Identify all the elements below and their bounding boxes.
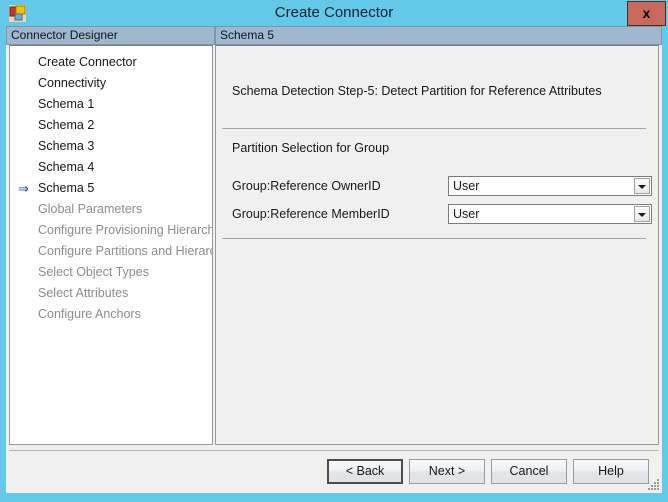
sidebar-item-label: Schema 4 [38, 160, 95, 174]
title-bar: Create Connector x [0, 0, 668, 26]
sidebar-item-global-parameters: Global Parameters [10, 199, 212, 220]
sidebar-item-schema-3[interactable]: Schema 3 [10, 136, 212, 157]
partition-select-member-id[interactable]: User [448, 204, 652, 224]
back-button[interactable]: < Back [327, 459, 403, 484]
next-button[interactable]: Next > [409, 459, 485, 484]
sidebar-item-label: Create Connector [38, 55, 137, 69]
chevron-down-icon[interactable] [634, 206, 650, 222]
sidebar-item-create-connector[interactable]: Create Connector [10, 52, 212, 73]
page-title: Schema Detection Step-5: Detect Partitio… [232, 84, 602, 98]
window-title: Create Connector [274, 4, 394, 21]
sidebar-item-schema-2[interactable]: Schema 2 [10, 115, 212, 136]
cancel-button[interactable]: Cancel [491, 459, 567, 484]
sidebar-item-label: Connectivity [38, 76, 107, 90]
partition-select-owner-id[interactable]: User [448, 176, 652, 196]
field-row: Group:Reference MemberID User [232, 204, 652, 224]
sidebar-item-select-attributes: Select Attributes [10, 283, 212, 304]
section-heading: Partition Selection for Group [232, 141, 390, 155]
sidebar-item-label: Configure Provisioning Hierarchy [38, 223, 213, 237]
sidebar-item-label: Schema 3 [38, 139, 95, 153]
client-area: Connector Designer Schema 5 Create Conne… [6, 26, 662, 493]
sidebar-navigation: Create Connector Connectivity Schema 1 Sche… [9, 45, 213, 445]
sidebar-item-label: Schema 1 [38, 97, 95, 111]
sidebar-item-label: Global Parameters [38, 202, 143, 216]
divider-bottom [222, 238, 646, 239]
sidebar-item-label: Select Attributes [38, 286, 129, 300]
field-label-member-id: Group:Reference MemberID [232, 207, 390, 221]
resize-grip-icon[interactable] [646, 477, 660, 491]
close-button[interactable]: x [627, 1, 666, 26]
sidebar-item-configure-anchors: Configure Anchors [10, 304, 212, 325]
tab-schema-5[interactable]: Schema 5 [215, 26, 662, 45]
sidebar-item-label: Schema 5 [38, 181, 95, 195]
sidebar-item-schema-4[interactable]: Schema 4 [10, 157, 212, 178]
help-button[interactable]: Help [573, 459, 649, 484]
tab-connector-designer[interactable]: Connector Designer [6, 26, 215, 45]
sidebar-item-select-object-types: Select Object Types [10, 262, 212, 283]
sidebar-item-label: Schema 2 [38, 118, 95, 132]
sidebar-item-label: Configure Partitions and Hierarchies [38, 244, 212, 258]
sidebar-item-label: Configure Anchors [38, 307, 141, 321]
partition-select-owner-id-value: User [453, 179, 480, 193]
divider-top [222, 128, 646, 129]
sidebar-item-connectivity[interactable]: Connectivity [10, 73, 212, 94]
current-step-arrow-icon: ⇒ [18, 181, 29, 196]
schema-5-content-panel: Schema Detection Step-5: Detect Partitio… [215, 45, 659, 445]
field-row: Group:Reference OwnerID User [232, 176, 652, 196]
sidebar-item-schema-5[interactable]: ⇒ Schema 5 [10, 178, 212, 199]
create-connector-window: Create Connector x Connector Designer Sc… [0, 0, 668, 502]
sidebar-item-configure-provisioning-hierarchy: Configure Provisioning Hierarchy [10, 220, 212, 241]
sidebar-item-label: Select Object Types [38, 265, 149, 279]
sidebar-item-schema-1[interactable]: Schema 1 [10, 94, 212, 115]
footer-button-bar: < Back Next > Cancel Help [6, 451, 662, 493]
chevron-down-icon[interactable] [634, 178, 650, 194]
partition-select-member-id-value: User [453, 207, 480, 221]
field-label-owner-id: Group:Reference OwnerID [232, 179, 381, 193]
sidebar-item-configure-partitions-and-hierarchies: Configure Partitions and Hierarchies [10, 241, 212, 262]
